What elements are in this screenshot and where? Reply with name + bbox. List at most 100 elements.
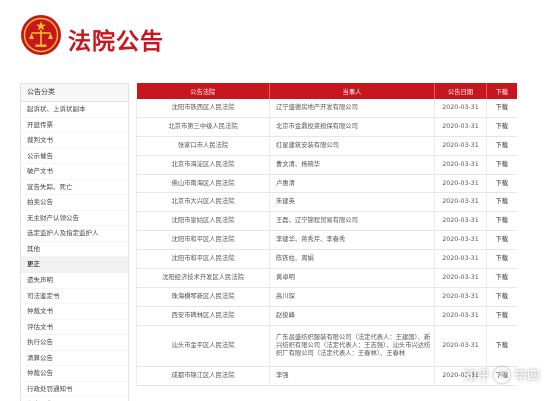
table-row[interactable]: 西安市碑林区人民法院 赵俊峰 2020-03-31 下载 — [136, 306, 517, 326]
court-cell: 佛山市南海区人民法院 — [136, 174, 270, 194]
download-link[interactable]: 下载 — [486, 211, 517, 232]
sidebar-item[interactable]: 其他 — [21, 242, 128, 258]
download-link[interactable]: 下载 — [486, 117, 517, 137]
court-cell: 珠海横琴新区人民法院 — [136, 287, 270, 307]
column-header-date[interactable]: 公告日期 — [434, 83, 487, 99]
court-cell: 沈阳市和平区人民法院 — [136, 230, 270, 251]
sidebar-item[interactable]: 评估文书 — [21, 320, 128, 336]
download-link[interactable]: 下载 — [486, 268, 517, 288]
party-cell: 朱建英 — [269, 192, 435, 213]
sidebar-list: 起诉状、上诉状副本 开庭传票 裁判文书 公示催告 破产文书 宣告失踪、死亡 拍卖公告 无主财产… — [21, 102, 128, 401]
watermark-user: 毕四 — [513, 369, 540, 384]
date-cell: 2020-03-31 — [434, 174, 487, 194]
download-link[interactable]: 下载 — [486, 174, 517, 194]
party-cell: 王磊、辽宁锦程贸易有限公司 — [269, 211, 435, 232]
date-cell: 2020-03-31 — [434, 192, 487, 213]
download-link[interactable]: 下载 — [486, 99, 517, 118]
table-row[interactable]: 沈阳市和平区人民法院 李建华、蒋秀芹、李春秀 2020-03-31 下载 — [136, 230, 517, 251]
sidebar-item[interactable]: 破产文书 — [21, 164, 128, 180]
court-cell: 沈阳经济技术开发区人民法院 — [136, 268, 270, 288]
date-cell: 2020-03-31 — [434, 306, 487, 326]
sidebar-item[interactable]: 清算公告 — [21, 351, 128, 367]
table-row[interactable]: 北京市大兴区人民法院 朱建英 2020-03-31 下载 — [136, 192, 517, 213]
table-row[interactable]: 沈阳经济技术开发区人民法院 黄卓明 2020-03-31 下载 — [136, 268, 517, 288]
download-link[interactable]: 下载 — [486, 192, 517, 213]
table-row[interactable]: 成都市锦江区人民法院 李强 2020-03-31 下载 — [136, 366, 517, 386]
sidebar-item[interactable]: 更正 — [21, 257, 128, 274]
court-cell: 沈阳市和平区人民法院 — [136, 249, 270, 270]
sidebar-item[interactable]: 选定监护人及指定监护人 — [21, 226, 128, 242]
sidebar-item[interactable]: 宣告失踪、死亡 — [21, 180, 128, 196]
sidebar-item[interactable]: 司法鉴定书 — [21, 289, 128, 305]
sidebar-item[interactable]: 遗失声明 — [21, 273, 128, 289]
party-cell: 北京市金鼎投资担保有限公司 — [269, 117, 435, 137]
party-cell: 曹文清、杨晓华 — [269, 155, 435, 175]
category-sidebar: 公告分类 起诉状、上诉状副本 开庭传票 裁判文书 公示催告 破产文书 宣告失踪、死亡 拍卖公… — [20, 83, 129, 401]
party-cell: 广东昌盛纺织服装有限公司（法定代表人：王建国）、新兴纺织有限公司（法定代表人：王… — [269, 325, 435, 367]
court-emblem-icon — [21, 15, 61, 55]
table-row[interactable]: 北京市海淀区人民法院 曹文清、杨晓华 2020-03-31 下载 — [136, 155, 517, 175]
date-cell: 2020-03-31 — [434, 211, 487, 232]
table-row[interactable]: 张家口市人民法院 红星建筑安装有限公司 2020-03-31 下载 — [136, 136, 517, 156]
court-cell: 北京市海淀区人民法院 — [136, 155, 270, 175]
date-cell: 2020-03-31 — [434, 230, 487, 251]
sidebar-item[interactable]: 行政处罚通知书 — [21, 382, 128, 398]
party-cell: 李建华、蒋秀芹、李春秀 — [269, 230, 435, 251]
court-cell: 北京市大兴区人民法院 — [136, 192, 270, 213]
party-cell: 辽宁盛德房地产开发有限公司 — [269, 99, 435, 118]
date-cell: 2020-03-31 — [434, 99, 487, 118]
sidebar-item[interactable]: 公示催告 — [21, 149, 128, 165]
party-cell: 黄卓明 — [269, 268, 435, 288]
court-cell: 北京市第三中级人民法院 — [136, 117, 270, 137]
column-header-party[interactable]: 当事人 — [269, 83, 435, 99]
column-header-download: 下载 — [486, 83, 517, 99]
date-cell: 2020-03-31 — [434, 268, 487, 288]
watermark-site: 知乎 — [463, 369, 490, 384]
table-header-row: 公告法院 当事人 公告日期 下载 — [136, 83, 517, 99]
zhihu-watermark: 知乎 @ 毕四 — [464, 365, 540, 384]
download-link[interactable]: 下载 — [486, 287, 517, 307]
download-link[interactable]: 下载 — [486, 249, 517, 270]
date-cell: 2020-03-31 — [434, 136, 487, 156]
download-link[interactable]: 下载 — [486, 306, 517, 326]
sidebar-item[interactable]: 起诉状、上诉状副本 — [21, 102, 128, 118]
download-link[interactable]: 下载 — [486, 325, 517, 367]
party-cell: 陈铁柱、周娟 — [269, 249, 435, 270]
court-cell: 西安市碑林区人民法院 — [136, 306, 270, 326]
court-cell: 沈阳市皇姑区人民法院 — [136, 211, 270, 232]
table-row[interactable]: 佛山市南海区人民法院 卢惠清 2020-03-31 下载 — [136, 174, 517, 194]
table-row[interactable]: 沈阳市铁西区人民法院 辽宁盛德房地产开发有限公司 2020-03-31 下载 — [136, 99, 517, 118]
download-link[interactable]: 下载 — [486, 136, 517, 156]
table-row[interactable]: 沈阳市和平区人民法院 陈铁柱、周娟 2020-03-31 下载 — [136, 249, 517, 270]
sidebar-item[interactable]: 仲裁文书 — [21, 304, 128, 320]
sidebar-item[interactable]: 无主财产认领公告 — [21, 211, 128, 227]
party-cell: 卢惠清 — [269, 174, 435, 194]
table-row[interactable]: 珠海横琴新区人民法院 高川琛 2020-03-31 下载 — [136, 287, 517, 307]
page-title: 法院公告 — [68, 29, 164, 55]
court-cell: 成都市锦江区人民法院 — [136, 366, 270, 386]
download-link[interactable]: 下载 — [486, 155, 517, 175]
table-row[interactable]: 沈阳市皇姑区人民法院 王磊、辽宁锦程贸易有限公司 2020-03-31 下载 — [136, 211, 517, 232]
table-row[interactable]: 北京市第三中级人民法院 北京市金鼎投资担保有限公司 2020-03-31 下载 — [136, 117, 517, 137]
date-cell: 2020-03-31 — [434, 155, 487, 175]
court-cell: 张家口市人民法院 — [136, 136, 270, 156]
date-cell: 2020-03-31 — [434, 287, 487, 307]
party-cell: 高川琛 — [269, 287, 435, 307]
sidebar-item[interactable]: 仲裁公告 — [21, 366, 128, 382]
table-row[interactable]: 汕头市金平区人民法院 广东昌盛纺织服装有限公司（法定代表人：王建国）、新兴纺织有限… — [136, 325, 517, 367]
sidebar-item[interactable]: 开庭传票 — [21, 118, 128, 134]
column-header-court[interactable]: 公告法院 — [136, 83, 270, 99]
date-cell: 2020-03-31 — [434, 117, 487, 137]
site-header: 法院公告 — [0, 0, 560, 76]
sidebar-item[interactable]: 拍卖公告 — [21, 195, 128, 211]
download-link[interactable]: 下载 — [486, 230, 517, 251]
date-cell: 2020-03-31 — [434, 249, 487, 270]
sidebar-heading: 公告分类 — [21, 84, 128, 102]
announcement-table: 公告法院 当事人 公告日期 下载 沈阳市铁西区人民法院 辽宁盛德房地产开发有限公司… — [136, 83, 517, 386]
sidebar-item[interactable]: 执行公告 — [21, 335, 128, 351]
date-cell: 2020-03-31 — [434, 325, 487, 367]
sidebar-item[interactable]: 海事公告 — [21, 397, 128, 401]
party-cell: 红星建筑安装有限公司 — [269, 136, 435, 156]
sidebar-item[interactable]: 裁判文书 — [21, 133, 128, 149]
party-cell: 赵俊峰 — [269, 306, 435, 326]
